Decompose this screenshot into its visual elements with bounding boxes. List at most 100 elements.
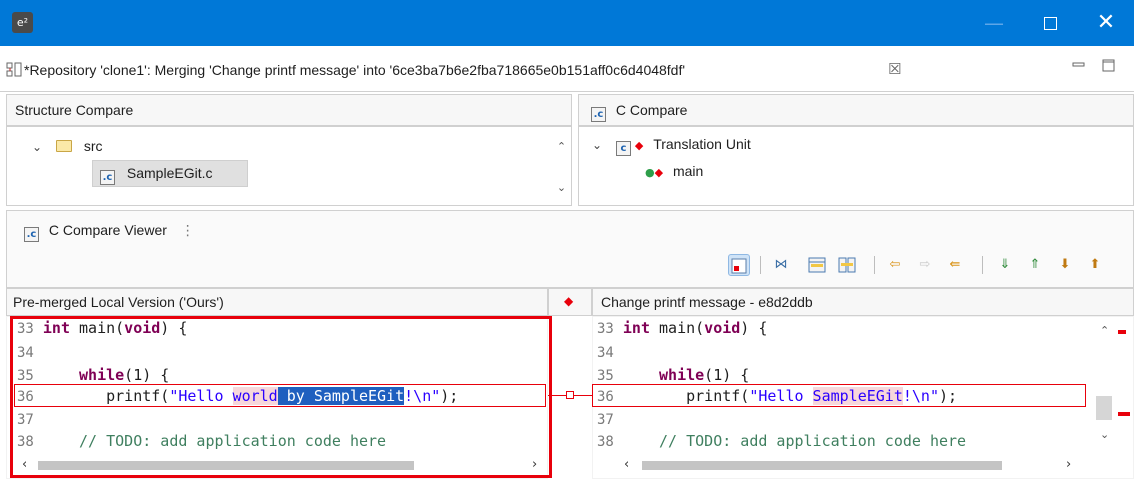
diff-connector-node[interactable] bbox=[566, 391, 574, 399]
diff-highlight: world bbox=[232, 387, 278, 405]
tree-item-label: Translation Unit bbox=[653, 136, 751, 152]
ignore-whitespace-icon[interactable]: ⋈ bbox=[770, 254, 792, 276]
code-keyword: void bbox=[704, 319, 741, 337]
c-compare-header: .c C Compare bbox=[578, 94, 1134, 126]
toolbar-divider bbox=[982, 256, 983, 274]
line-number: 36 bbox=[17, 389, 34, 405]
chevron-down-icon[interactable]: ⌄ bbox=[592, 138, 602, 152]
right-line-34: 34 bbox=[597, 343, 614, 363]
line-number: 37 bbox=[17, 412, 34, 428]
view-menu-icon[interactable]: ⋮ bbox=[181, 223, 195, 239]
show-ancestor-icon[interactable] bbox=[728, 254, 750, 276]
code-keyword: while bbox=[79, 366, 125, 384]
code-keyword: int bbox=[613, 319, 650, 337]
tree-item-src[interactable]: ⌄ src bbox=[32, 138, 103, 154]
right-line-33: 33 int main(void) { bbox=[597, 319, 768, 337]
left-line-36: 36 printf("Hello world by SampleEGit!\n"… bbox=[17, 387, 458, 407]
copy-left-icon[interactable]: ⇦ bbox=[884, 254, 906, 276]
minimize-button[interactable]: — bbox=[966, 0, 1022, 46]
left-line-34: 34 bbox=[17, 343, 34, 363]
line-number: 34 bbox=[17, 345, 34, 361]
left-line-33: 33 int main(void) { bbox=[17, 319, 188, 337]
copy-all-left-icon[interactable] bbox=[806, 254, 828, 276]
text-selection: by SampleEGit bbox=[277, 387, 405, 405]
left-line-35: 35 while(1) { bbox=[17, 366, 170, 384]
view-minimize-button[interactable] bbox=[1072, 58, 1086, 76]
c-compare-title-wrap: .c C Compare bbox=[591, 102, 687, 122]
maximize-icon bbox=[1043, 16, 1057, 30]
tree-item-label: main bbox=[672, 163, 704, 179]
window-titlebar: e² — ✕ bbox=[0, 0, 1134, 46]
tree-item-main[interactable]: ●◆ main bbox=[645, 163, 703, 179]
view-maximize-button[interactable] bbox=[1102, 58, 1116, 76]
tree-item-samplegit[interactable]: .c SampleEGit.c bbox=[100, 165, 212, 185]
chevron-down-icon[interactable]: ⌄ bbox=[32, 140, 42, 154]
scroll-thumb[interactable] bbox=[38, 461, 414, 470]
right-pane-header: Change printf message - e8d2ddb bbox=[592, 288, 1134, 316]
right-line-38: 38 // TODO: add application code here bbox=[597, 432, 966, 452]
folder-icon bbox=[55, 140, 72, 152]
copy-right-icon[interactable]: ⇨ bbox=[914, 254, 936, 276]
scroll-down-icon[interactable]: ⌄ bbox=[553, 181, 570, 194]
center-gutter-header: ◆ bbox=[548, 288, 592, 316]
conflict-marker[interactable] bbox=[1118, 330, 1126, 334]
editor-tab-title[interactable]: *Repository 'clone1': Merging 'Change pr… bbox=[24, 62, 685, 78]
tree-item-translation-unit[interactable]: ⌄ c ◆ Translation Unit bbox=[592, 136, 751, 156]
line-number: 33 bbox=[597, 321, 614, 337]
line-number: 38 bbox=[597, 434, 614, 450]
structure-compare-title: Structure Compare bbox=[15, 102, 134, 118]
left-pane-title: Pre-merged Local Version ('Ours') bbox=[13, 294, 224, 310]
scroll-thumb[interactable] bbox=[1096, 396, 1112, 420]
toolbar-divider bbox=[874, 256, 875, 274]
app-icon: e² bbox=[12, 12, 33, 33]
scroll-up-icon[interactable]: ⌃ bbox=[1100, 324, 1109, 337]
function-icon: ● bbox=[645, 166, 655, 179]
maximize-button[interactable] bbox=[1022, 0, 1078, 46]
compare-viewer-title: C Compare Viewer bbox=[48, 222, 167, 238]
copy-all-right-icon[interactable] bbox=[836, 254, 858, 276]
code-comment: // TODO: add application code here bbox=[79, 432, 387, 450]
code-tail: ); bbox=[440, 387, 459, 405]
scroll-left-icon[interactable]: ‹ bbox=[624, 457, 629, 472]
scroll-thumb[interactable] bbox=[642, 461, 1002, 470]
close-window-button[interactable]: ✕ bbox=[1078, 0, 1134, 46]
conflict-marker[interactable] bbox=[1118, 412, 1130, 416]
code-string: !\n" bbox=[902, 387, 939, 405]
code-keyword: int bbox=[33, 319, 70, 337]
structure-compare-header: Structure Compare bbox=[6, 94, 572, 126]
toolbar-divider bbox=[760, 256, 761, 274]
conflict-icon: ◆ bbox=[634, 139, 644, 152]
code-string: "Hello bbox=[169, 387, 233, 405]
scroll-right-icon[interactable]: › bbox=[1066, 457, 1071, 472]
scroll-left-icon[interactable]: ‹ bbox=[22, 457, 27, 472]
next-difference-icon[interactable]: ⇓ bbox=[994, 254, 1016, 276]
code-comment: // TODO: add application code here bbox=[659, 432, 967, 450]
line-number: 36 bbox=[597, 389, 614, 405]
code-string: !\n" bbox=[404, 387, 441, 405]
overview-ruler[interactable]: ⌃ ⌄ bbox=[1092, 318, 1132, 458]
compare-viewer-title-wrap: .c C Compare Viewer ⋮ bbox=[24, 222, 195, 242]
scroll-up-icon[interactable]: ⌃ bbox=[553, 140, 570, 153]
next-change-icon[interactable]: ⬇ bbox=[1054, 254, 1076, 276]
left-horizontal-scrollbar[interactable]: ‹ › bbox=[14, 457, 546, 473]
merge-editor-icon bbox=[6, 62, 22, 78]
previous-difference-icon[interactable]: ⇑ bbox=[1024, 254, 1046, 276]
previous-change-icon[interactable]: ⬆ bbox=[1084, 254, 1106, 276]
scroll-down-icon[interactable]: ⌄ bbox=[1100, 428, 1109, 441]
right-pane-title: Change printf message - e8d2ddb bbox=[601, 294, 813, 310]
code-string: "Hello bbox=[749, 387, 813, 405]
left-line-37: 37 bbox=[17, 410, 34, 430]
structure-scrollbar[interactable]: ⌃ ⌄ bbox=[553, 130, 570, 202]
conflict-icon: ◆ bbox=[654, 166, 664, 179]
line-number: 38 bbox=[17, 434, 34, 450]
copy-right-2-icon[interactable]: ⇚ bbox=[944, 254, 966, 276]
c-file-icon: .c bbox=[100, 170, 115, 185]
c-file-icon: .c bbox=[591, 107, 606, 122]
conflict-marker-icon: ◆ bbox=[564, 294, 574, 308]
code-keyword: while bbox=[659, 366, 705, 384]
right-horizontal-scrollbar[interactable]: ‹ › bbox=[596, 457, 1086, 473]
code-keyword: void bbox=[124, 319, 161, 337]
scroll-right-icon[interactable]: › bbox=[532, 457, 537, 472]
tab-close-icon[interactable]: ☒ bbox=[888, 60, 901, 78]
